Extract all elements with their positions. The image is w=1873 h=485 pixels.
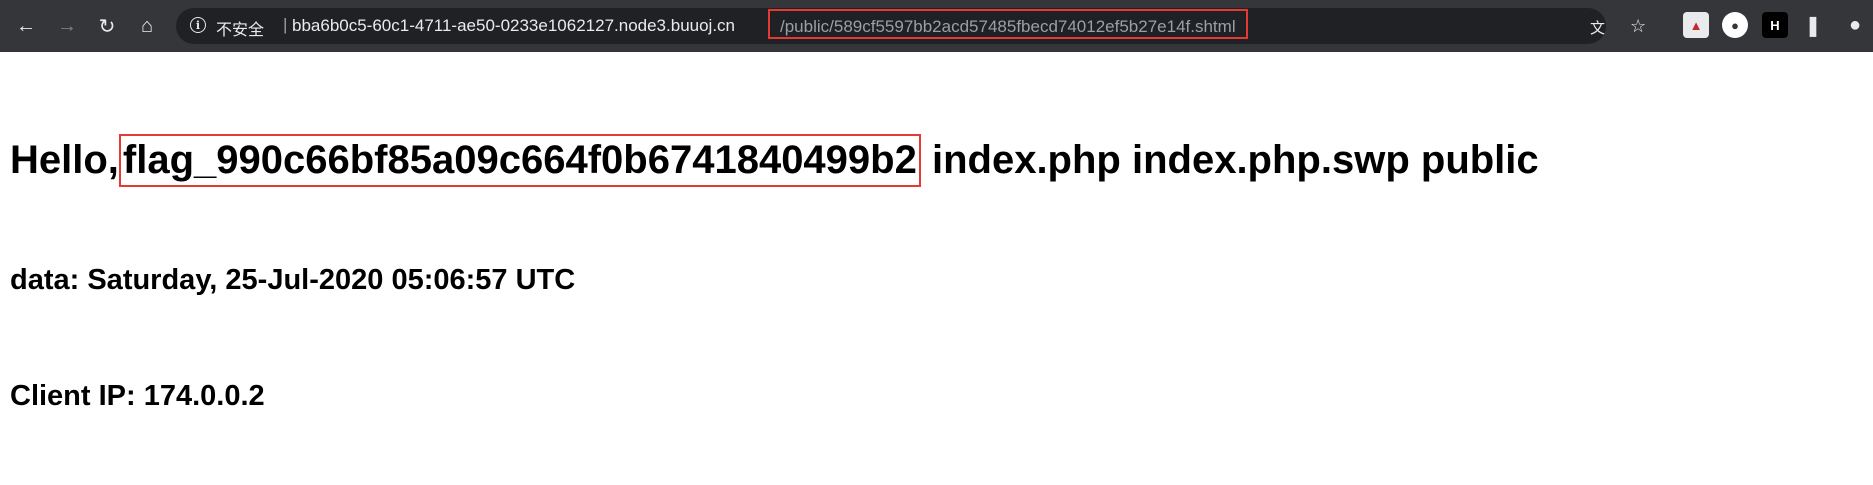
url-host[interactable]: bba6b0c5-60c1-4711-ae50-0233e1062127.nod… (292, 16, 735, 36)
hello-prefix: Hello, (10, 138, 119, 182)
extension-h-icon[interactable]: H (1762, 12, 1788, 38)
url-separator: | (283, 15, 288, 34)
profile-icon[interactable]: ● (1842, 12, 1868, 38)
date-line: data: Saturday, 25-Jul-2020 05:06:57 UTC (10, 264, 576, 296)
url-path-highlight[interactable]: /public/589cf5597bb2acd57485fbecd74012ef… (768, 9, 1248, 39)
forward-arrow-icon[interactable]: → (53, 12, 81, 40)
info-icon[interactable]: i (190, 17, 206, 33)
home-icon[interactable]: ⌂ (133, 12, 161, 40)
browser-toolbar: ← → ↻ ⌂ i 不安全 | bba6b0c5-60c1-4711-ae50-… (0, 0, 1873, 52)
translate-icon[interactable]: 文 (1590, 17, 1605, 38)
flag-highlight: flag_990c66bf85a09c664f0b6741840499b2 (118, 134, 921, 187)
star-icon[interactable]: ☆ (1630, 16, 1646, 37)
extension-fox-icon[interactable]: ● (1722, 12, 1748, 38)
hello-heading: Hello, flag_990c66bf85a09c664f0b674184049… (10, 134, 1539, 187)
hello-suffix: index.php index.php.swp public (920, 138, 1539, 182)
client-ip-line: Client IP: 174.0.0.2 (10, 380, 265, 412)
puzzle-piece-icon[interactable]: ❚ (1800, 12, 1826, 38)
back-arrow-icon[interactable]: ← (12, 12, 40, 40)
reload-icon[interactable]: ↻ (93, 12, 121, 40)
security-label[interactable]: 不安全 (216, 16, 264, 40)
address-bar[interactable]: i 不安全 | bba6b0c5-60c1-4711-ae50-0233e106… (176, 8, 1646, 44)
extension-icon[interactable]: ▲ (1683, 12, 1709, 38)
